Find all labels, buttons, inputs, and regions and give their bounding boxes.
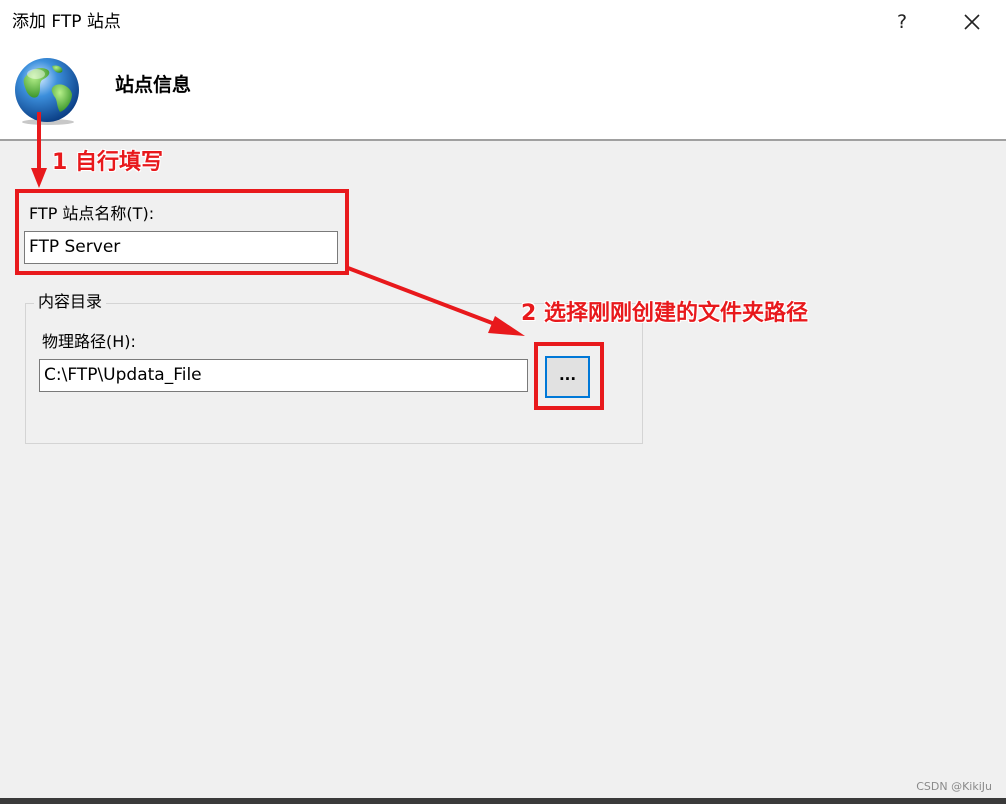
annotation-arrowhead-step1 (31, 168, 47, 188)
page-title: 站点信息 (115, 74, 192, 96)
close-icon (964, 14, 980, 30)
physical-path-label: 物理路径(H): (42, 332, 136, 351)
bottom-strip (0, 798, 1006, 804)
window-title: 添加 FTP 站点 (12, 12, 121, 32)
annotation-step1: 1 自行填写 (52, 150, 163, 175)
watermark: CSDN @KikiJu (916, 780, 992, 793)
close-button[interactable] (955, 6, 989, 38)
help-button[interactable]: ? (886, 6, 918, 38)
annotation-box-site-name (15, 189, 349, 275)
physical-path-input[interactable]: C:\FTP\Updata_File (39, 359, 528, 392)
annotation-box-browse (534, 342, 604, 410)
globe-icon (15, 58, 79, 125)
annotation-step2: 2 选择刚刚创建的文件夹路径 (521, 301, 808, 326)
title-bar: 添加 FTP 站点 ? (0, 0, 1006, 44)
content-directory-legend: 内容目录 (34, 292, 107, 312)
header-divider (0, 139, 1006, 141)
